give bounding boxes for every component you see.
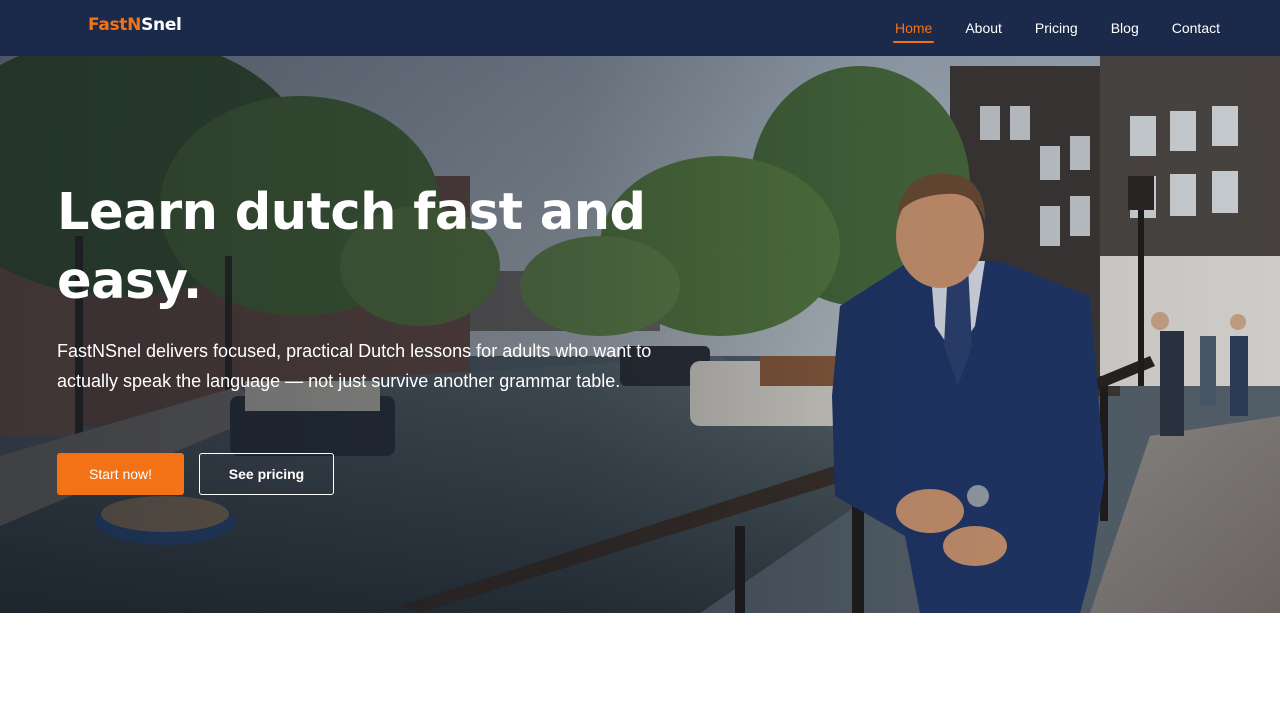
hero-title-line-1: Learn dutch fast and: [57, 183, 646, 242]
hero-dark-overlay: [0, 56, 1280, 613]
brand-logo-part-n: N: [127, 15, 142, 35]
hero-description: FastNSnel delivers focused, practical Du…: [57, 341, 652, 391]
hero-title: Learn dutch fast and easy.: [57, 178, 737, 316]
brand-logo[interactable]: FastNSnel: [88, 15, 182, 35]
hero-title-line-2: easy.: [57, 252, 202, 311]
nav-link-pricing[interactable]: Pricing: [1033, 18, 1080, 38]
top-navbar: FastNSnel Home About Pricing Blog Contac…: [0, 0, 1280, 56]
see-pricing-button[interactable]: See pricing: [199, 453, 334, 495]
page-content-area: [0, 613, 1280, 720]
nav-link-contact[interactable]: Contact: [1170, 18, 1222, 38]
nav-link-about[interactable]: About: [963, 18, 1004, 38]
main-nav: Home About Pricing Blog Contact: [892, 0, 1222, 56]
nav-link-home[interactable]: Home: [892, 18, 935, 43]
brand-logo-part-snel: Snel: [141, 15, 182, 35]
nav-link-blog[interactable]: Blog: [1109, 18, 1141, 38]
brand-logo-part-fast: Fast: [88, 15, 128, 35]
hero-section: Learn dutch fast and easy. FastNSnel del…: [0, 56, 1280, 613]
start-now-button[interactable]: Start now!: [57, 453, 184, 495]
